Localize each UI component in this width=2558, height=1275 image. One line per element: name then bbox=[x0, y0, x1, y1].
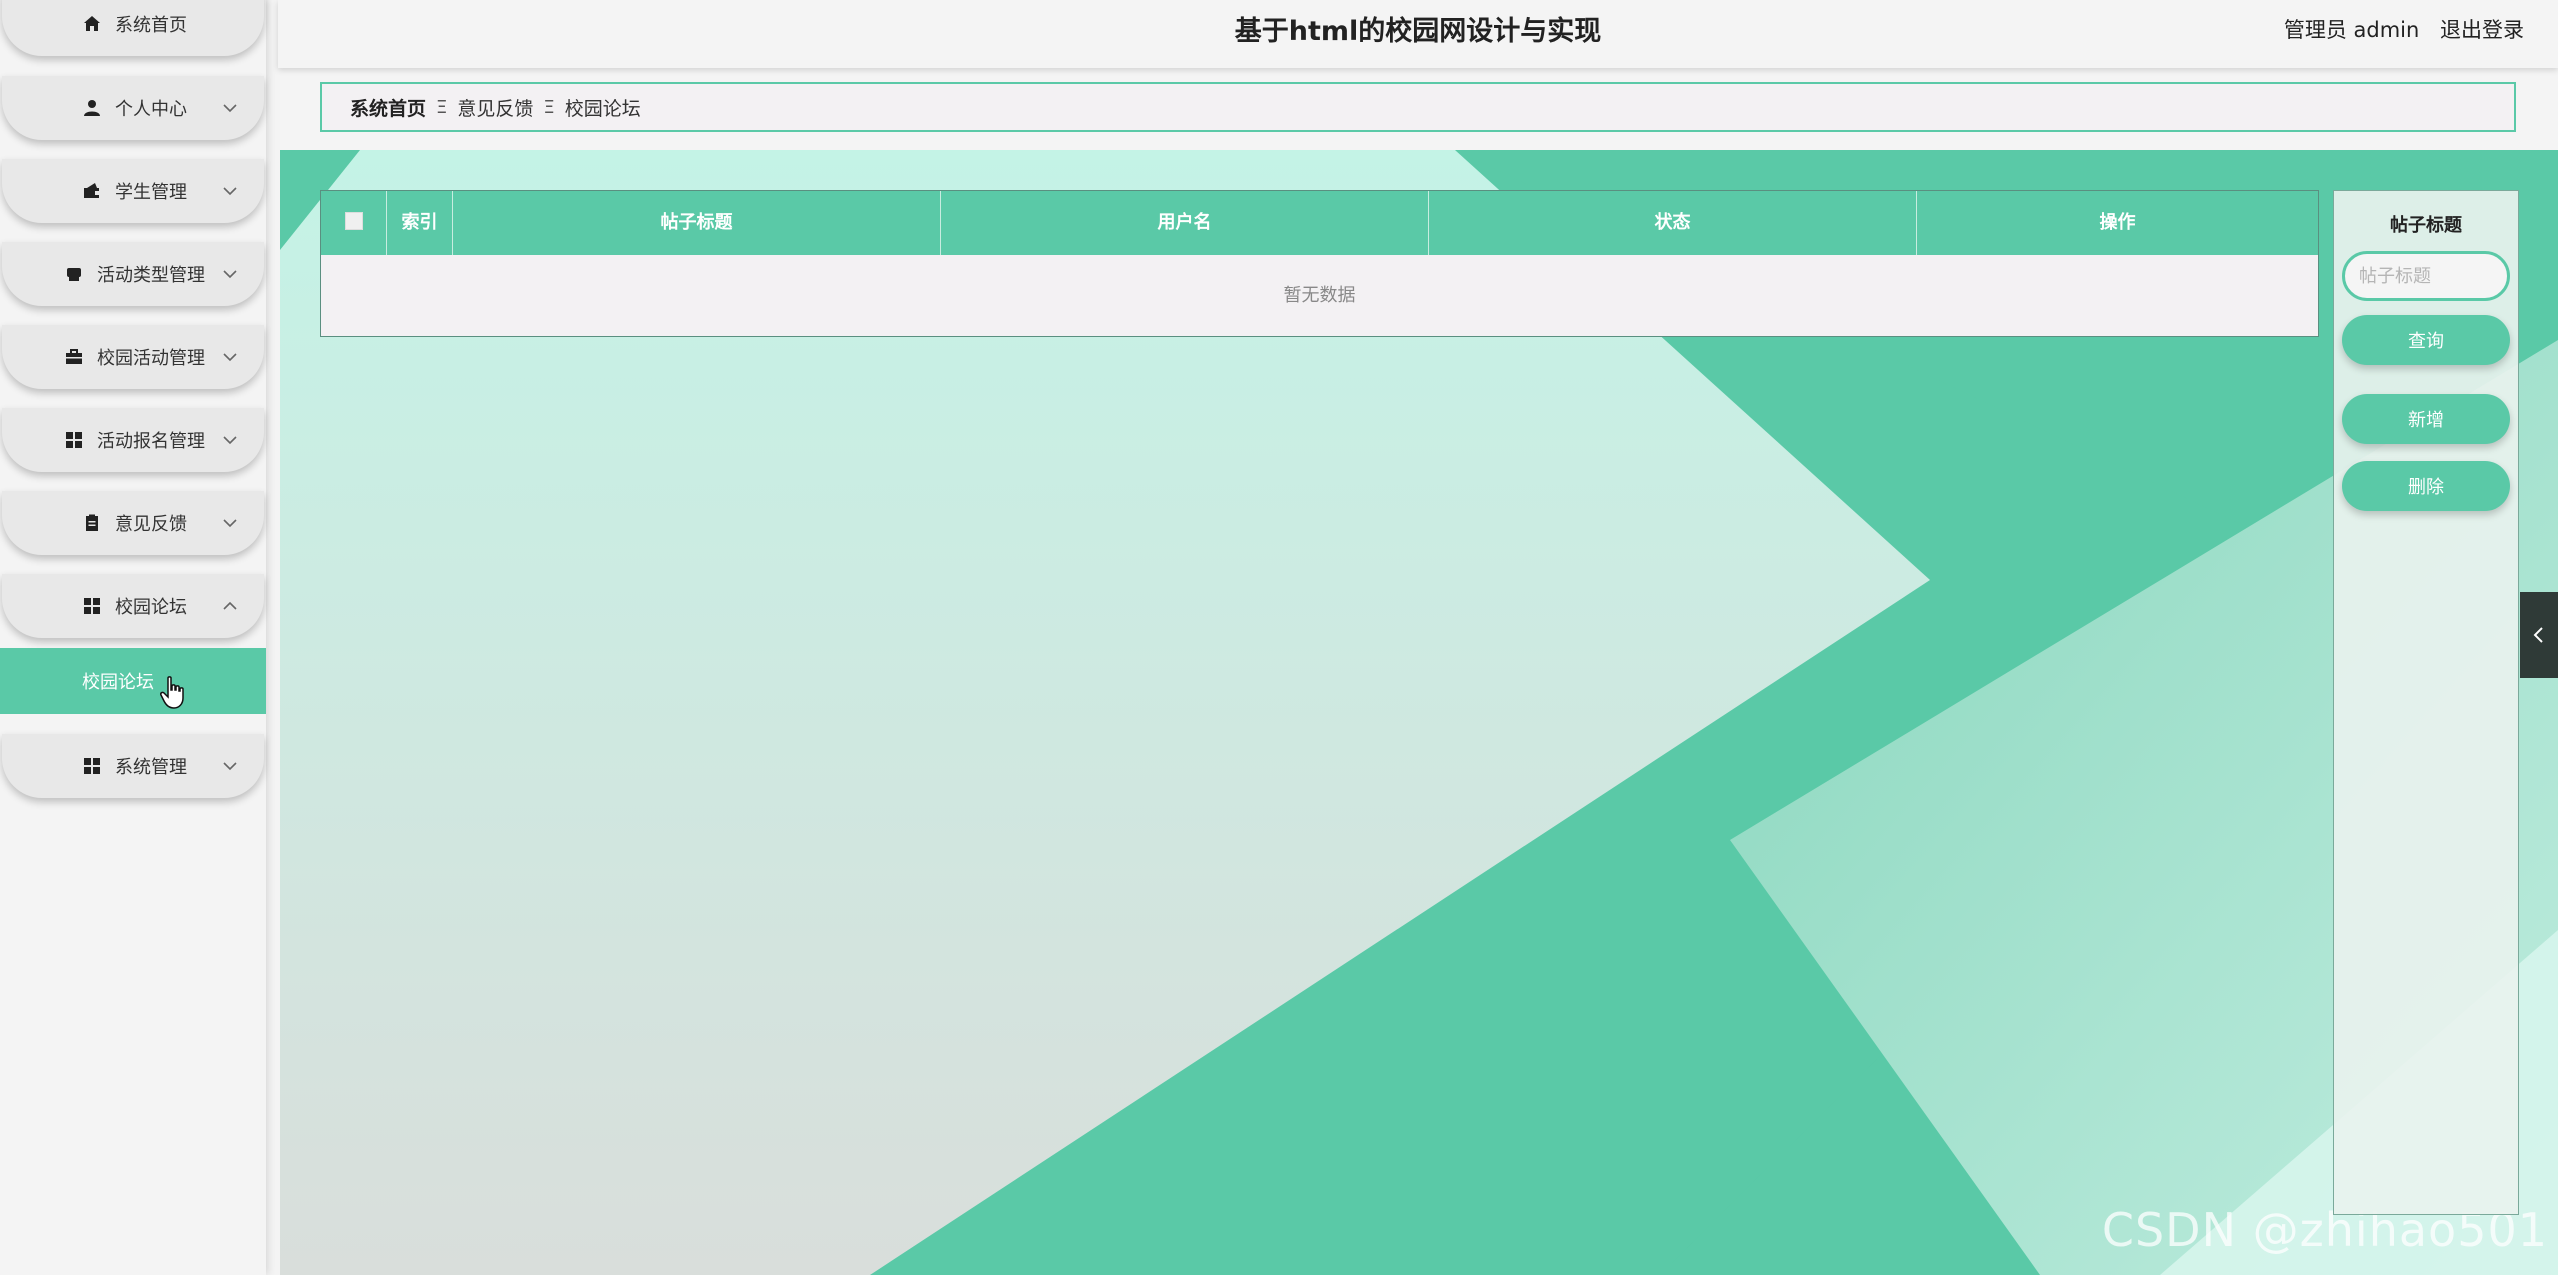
sidebar-item-activity-type-management[interactable]: 活动类型管理 bbox=[2, 242, 264, 306]
select-all-checkbox[interactable] bbox=[344, 212, 363, 230]
sidebar-subitem-campus-forum[interactable]: 校园论坛 bbox=[0, 648, 266, 714]
user-icon bbox=[79, 99, 105, 117]
chevron-down-icon bbox=[223, 104, 237, 113]
sidebar-item-feedback[interactable]: 意见反馈 bbox=[2, 491, 264, 555]
table-header-username: 用户名 bbox=[941, 191, 1429, 255]
add-button[interactable]: 新增 bbox=[2342, 394, 2510, 444]
sidebar-item-student-management[interactable]: 学生管理 bbox=[2, 159, 264, 223]
sidebar-item-system-management[interactable]: 系统管理 bbox=[2, 734, 264, 798]
breadcrumb-separator: Ξ bbox=[543, 96, 555, 118]
app-title: 基于html的校园网设计与实现 bbox=[1234, 16, 1602, 47]
query-button[interactable]: 查询 bbox=[2342, 315, 2510, 365]
table-header-actions: 操作 bbox=[2099, 212, 2136, 233]
wallet-icon bbox=[79, 182, 105, 200]
table-header-post-title: 帖子标题 bbox=[453, 191, 941, 255]
chevron-down-icon bbox=[223, 270, 237, 279]
sidebar-item-personal-center[interactable]: 个人中心 bbox=[2, 76, 264, 140]
sidebar-item-label: 意见反馈 bbox=[115, 514, 187, 535]
table-header-status: 状态 bbox=[1429, 191, 1917, 255]
chevron-up-icon bbox=[223, 601, 237, 610]
sidebar-item-label: 校园活动管理 bbox=[97, 348, 205, 369]
current-user-label: 管理员 admin bbox=[2283, 18, 2420, 42]
sidebar-item-label: 校园论坛 bbox=[115, 597, 187, 618]
table-header-select-all[interactable] bbox=[321, 191, 387, 255]
sidebar-item-label: 活动类型管理 bbox=[97, 265, 205, 286]
search-label: 帖子标题 bbox=[2390, 215, 2462, 236]
breadcrumb-item-home[interactable]: 系统首页 bbox=[350, 94, 426, 121]
home-icon bbox=[79, 15, 105, 33]
sidebar-subitem-label: 校园论坛 bbox=[82, 672, 154, 693]
chevron-down-icon bbox=[223, 519, 237, 528]
sidebar-item-label: 个人中心 bbox=[115, 99, 187, 120]
grid-icon bbox=[79, 757, 105, 775]
chevron-down-icon bbox=[223, 436, 237, 445]
sidebar: 系统首页 个人中心 学生管理 活动类型管理 校园活动管理 活动报名管理 意见反馈… bbox=[0, 0, 266, 1275]
sidebar-item-label: 学生管理 bbox=[115, 182, 187, 203]
clipboard-icon bbox=[79, 514, 105, 532]
table-header: 索引 帖子标题 用户名 状态 操作 bbox=[321, 191, 2318, 255]
sidebar-item-campus-forum[interactable]: 校园论坛 bbox=[2, 574, 264, 638]
table-header-index: 索引 bbox=[387, 191, 453, 255]
panel-collapse-toggle[interactable] bbox=[2520, 592, 2558, 678]
sidebar-item-home[interactable]: 系统首页 bbox=[2, 0, 264, 56]
chevron-left-icon bbox=[2533, 627, 2543, 643]
forum-table: 索引 帖子标题 用户名 状态 操作 暂无数据 bbox=[320, 190, 2319, 337]
grid-icon bbox=[61, 431, 87, 449]
sidebar-item-activity-registration-management[interactable]: 活动报名管理 bbox=[2, 408, 264, 472]
breadcrumb-item-campus-forum: 校园论坛 bbox=[564, 97, 641, 120]
post-title-search-input[interactable] bbox=[2342, 251, 2510, 301]
sidebar-item-campus-activity-management[interactable]: 校园活动管理 bbox=[2, 325, 264, 389]
breadcrumb: 系统首页 Ξ 意见反馈 Ξ 校园论坛 bbox=[320, 82, 2516, 132]
grid-icon bbox=[79, 597, 105, 615]
sidebar-item-label: 系统管理 bbox=[115, 757, 187, 778]
chevron-down-icon bbox=[223, 187, 237, 196]
breadcrumb-separator: Ξ bbox=[436, 96, 448, 118]
printer-icon bbox=[61, 265, 87, 283]
logout-link[interactable]: 退出登录 bbox=[2440, 18, 2524, 42]
delete-button[interactable]: 删除 bbox=[2342, 461, 2510, 511]
breadcrumb-item-feedback[interactable]: 意见反馈 bbox=[457, 94, 533, 121]
top-header: 基于html的校园网设计与实现 管理员 admin 退出登录 bbox=[278, 0, 2558, 68]
search-panel: 帖子标题 查询 新增 删除 bbox=[2333, 190, 2519, 1215]
hand-cursor-icon bbox=[160, 676, 184, 709]
sidebar-item-label: 活动报名管理 bbox=[97, 431, 205, 452]
empty-state: 暂无数据 bbox=[1283, 285, 1356, 306]
user-area: 管理员 admin 退出登录 bbox=[2270, 0, 2524, 60]
chevron-down-icon bbox=[223, 353, 237, 362]
chevron-down-icon bbox=[223, 762, 237, 771]
sidebar-item-label: 系统首页 bbox=[115, 15, 187, 36]
briefcase-icon bbox=[61, 348, 87, 366]
